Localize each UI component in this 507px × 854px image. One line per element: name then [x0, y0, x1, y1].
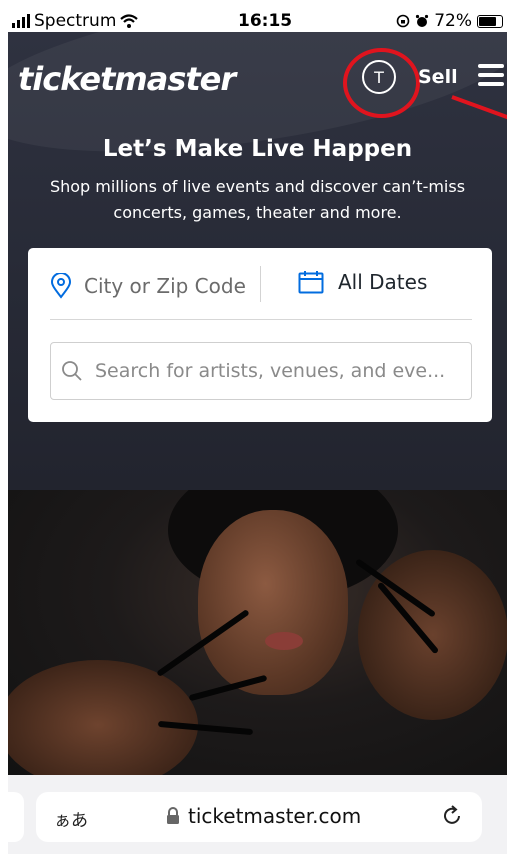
- clock: 16:15: [238, 11, 293, 31]
- url-text: ticketmaster.com: [188, 804, 362, 828]
- sell-link[interactable]: Sell: [418, 66, 458, 88]
- promo-image[interactable]: [8, 490, 507, 775]
- orientation-lock-icon: [396, 14, 410, 28]
- carrier-group: Spectrum: [12, 11, 139, 31]
- field-divider: [260, 266, 261, 302]
- search-icon: [62, 361, 82, 381]
- wifi-icon: [120, 14, 139, 28]
- menu-icon[interactable]: [478, 64, 504, 86]
- battery-percent: 72%: [434, 11, 472, 31]
- ticketmaster-logo[interactable]: ticketmaster: [18, 60, 236, 98]
- reader-options-button[interactable]: ぁあ: [54, 806, 88, 831]
- address-bar[interactable]: ぁあ ticketmaster.com: [36, 792, 482, 842]
- account-button[interactable]: T: [362, 60, 396, 94]
- carrier-name: Spectrum: [34, 11, 117, 31]
- search-input[interactable]: [93, 359, 465, 383]
- browser-toolbar: ぁあ ticketmaster.com: [8, 775, 507, 854]
- previous-tab-edge[interactable]: [8, 792, 24, 842]
- lock-icon: [167, 807, 179, 824]
- date-label: All Dates: [338, 270, 428, 294]
- status-right: 72%: [396, 11, 503, 31]
- search-box[interactable]: [50, 342, 472, 400]
- status-bar: Spectrum 16:15 72%: [8, 8, 507, 32]
- alarm-icon: [416, 14, 429, 27]
- search-card: City or Zip Code All Dates: [28, 248, 492, 422]
- date-filter[interactable]: All Dates: [298, 270, 427, 294]
- calendar-icon: [298, 271, 324, 294]
- hero-headline: Let’s Make Live Happen: [102, 136, 413, 162]
- reload-icon[interactable]: [440, 804, 464, 828]
- row-divider: [50, 319, 472, 320]
- location-pin-icon: [50, 273, 72, 299]
- battery-icon: [477, 14, 503, 28]
- location-date-row: City or Zip Code All Dates: [28, 248, 492, 320]
- location-placeholder: City or Zip Code: [84, 274, 246, 298]
- url-display[interactable]: ticketmaster.com: [166, 804, 361, 828]
- signal-icon: [12, 14, 30, 28]
- hero-subheadline: Shop millions of live events and discove…: [49, 177, 466, 222]
- user-icon: T: [374, 67, 384, 87]
- hero-section: ticketmaster T Sell Let’s Make Live Happ…: [8, 32, 507, 490]
- location-field[interactable]: City or Zip Code: [50, 268, 260, 304]
